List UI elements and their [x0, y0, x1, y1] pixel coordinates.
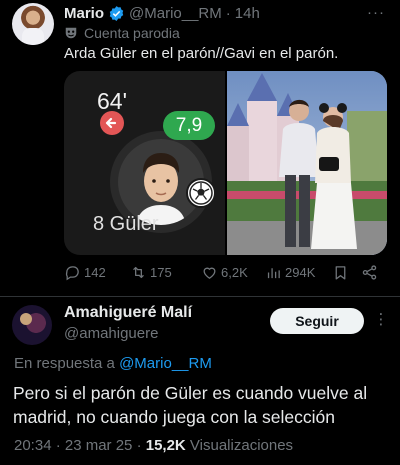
- reply-author-handle[interactable]: @amahiguere: [64, 325, 158, 342]
- more-icon[interactable]: ···: [366, 5, 386, 20]
- author-avatar[interactable]: [12, 3, 54, 45]
- player-rating-badge: 7,9: [163, 111, 215, 140]
- tweet-text: Arda Güler en el parón//Gavi en el parón…: [64, 45, 339, 62]
- author-handle[interactable]: @Mario__RM: [129, 5, 222, 22]
- author-name[interactable]: Mario: [64, 5, 104, 22]
- tweet-divider: [0, 296, 400, 297]
- football-icon: [186, 178, 216, 208]
- reply-icon: [65, 265, 79, 280]
- substitution-arrow-icon: [100, 111, 124, 135]
- separator-dot: ·: [225, 4, 231, 22]
- views-action[interactable]: 294K: [265, 262, 315, 282]
- reply-more-icon[interactable]: ⋮: [373, 312, 389, 329]
- parody-label: Cuenta parodia: [64, 24, 180, 42]
- views-icon: [267, 267, 280, 278]
- reply-author-avatar[interactable]: [12, 305, 52, 345]
- tweet-actions: 142 175 6,2K 294K: [64, 262, 384, 282]
- reply-timestamp[interactable]: 20:34 · 23 mar 25 ·: [14, 437, 146, 454]
- reply-text: Pero si el parón de Güler es cuando vuel…: [13, 383, 368, 427]
- tweet-media[interactable]: 64' 7,9 8 Güler: [64, 71, 387, 255]
- bookmark-icon: [335, 265, 346, 280]
- parody-text: Cuenta parodia: [84, 25, 180, 41]
- player-rating-image[interactable]: 64' 7,9 8 Güler: [64, 71, 225, 255]
- reply-views-label: Visualizaciones: [185, 437, 294, 454]
- reply-meta: 20:34 · 23 mar 25 · 15,2K Visualizacione…: [14, 437, 293, 454]
- reply-count: 142: [84, 264, 106, 280]
- player-number-name: 8 Güler: [93, 213, 159, 235]
- repost-action[interactable]: 175: [130, 262, 172, 282]
- repost-icon: [133, 266, 144, 278]
- tweet-time[interactable]: 14h: [235, 5, 260, 22]
- repost-count: 175: [150, 264, 172, 280]
- bookmark-action[interactable]: [332, 262, 352, 282]
- in-reply-to: En respuesta a @Mario__RM: [14, 355, 212, 372]
- share-action[interactable]: [361, 262, 381, 282]
- follow-button[interactable]: Seguir: [270, 308, 364, 334]
- tweet-header: Mario @Mario__RM · 14h: [64, 2, 260, 24]
- verified-badge-icon: [109, 5, 124, 21]
- couple-photo-image[interactable]: [227, 71, 387, 255]
- in-reply-prefix: En respuesta a: [14, 355, 120, 372]
- reply-action[interactable]: 142: [64, 262, 106, 282]
- reply-views-count: 15,2K: [145, 437, 186, 454]
- parody-mask-icon: [65, 27, 77, 39]
- share-icon: [362, 264, 377, 280]
- reply-author-name[interactable]: Amahigueré Malí: [64, 304, 192, 322]
- like-icon: [203, 267, 216, 279]
- views-count: 294K: [285, 264, 316, 280]
- like-count: 6,2K: [221, 264, 248, 280]
- like-action[interactable]: 6,2K: [201, 262, 248, 282]
- in-reply-mention-link[interactable]: @Mario__RM: [119, 355, 212, 372]
- tweet[interactable]: Mario @Mario__RM · 14h ··· Cuenta parodi…: [0, 0, 400, 296]
